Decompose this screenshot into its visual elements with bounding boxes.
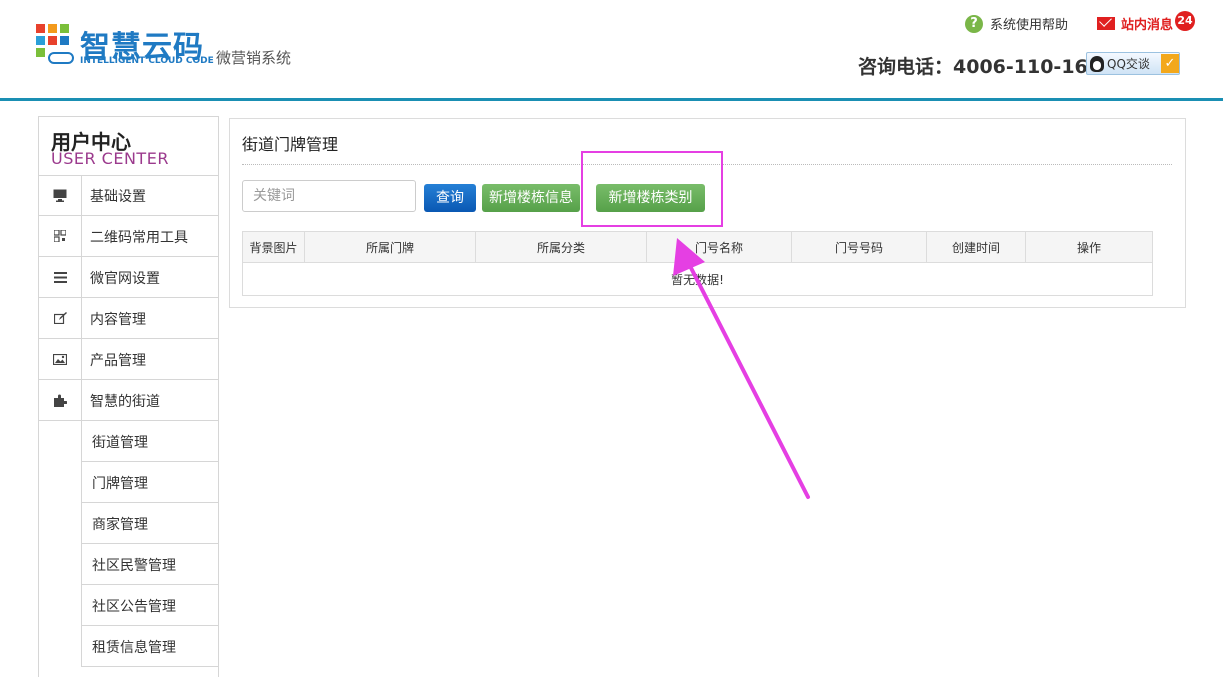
- qrcode-icon: [39, 216, 82, 256]
- sidebar-subitem-label: 门牌管理: [92, 476, 148, 492]
- sidebar-item-basic-settings[interactable]: 基础设置: [39, 175, 218, 216]
- check-icon: ✓: [1161, 54, 1179, 73]
- user-center-header: 用户中心 USER CENTER: [39, 117, 218, 176]
- query-button[interactable]: 查询: [424, 184, 476, 212]
- brand-logo[interactable]: 智慧云码 INTELLIGENT CLOUD CODE: [36, 20, 236, 70]
- column-header[interactable]: 操作: [1025, 231, 1153, 263]
- sidebar-item-label: 微官网设置: [90, 271, 160, 287]
- sidebar-item-content-management[interactable]: 内容管理: [39, 298, 218, 339]
- edit-icon: [39, 298, 82, 338]
- sidebar-item-label: 内容管理: [90, 312, 146, 328]
- help-label: 系统使用帮助: [990, 18, 1069, 33]
- qrcode-logo-icon: [36, 24, 76, 64]
- sidebar-item-label: 二维码常用工具: [90, 230, 188, 246]
- brand-subtitle: INTELLIGENT CLOUD CODE: [80, 56, 214, 66]
- sidebar-subitem-label: 社区公告管理: [92, 599, 176, 615]
- image-icon: [39, 339, 82, 379]
- column-header[interactable]: 门号名称: [646, 231, 792, 263]
- column-header[interactable]: 创建时间: [926, 231, 1026, 263]
- qq-chat-button[interactable]: QQ交谈 ✓: [1086, 52, 1180, 75]
- sidebar-item-label: 产品管理: [90, 353, 146, 369]
- sidebar-item-microsite-settings[interactable]: 微官网设置: [39, 257, 218, 298]
- keyword-search-input[interactable]: [242, 180, 416, 212]
- top-header: 智慧云码 INTELLIGENT CLOUD CODE 微营销系统 ? 系统使用…: [0, 0, 1223, 101]
- table-header-row: 背景图片 所属门牌 所属分类 门号名称 门号号码 创建时间 操作: [242, 231, 1153, 263]
- title-divider: [242, 164, 1172, 165]
- empty-table-message: 暂无数据!: [242, 262, 1153, 296]
- list-icon: [39, 257, 82, 297]
- sidebar-subitem-doorplate-management[interactable]: 门牌管理: [81, 462, 219, 503]
- messages-label: 站内消息: [1121, 18, 1174, 33]
- sidebar-subitem-merchant-management[interactable]: 商家管理: [81, 503, 219, 544]
- main-panel: 街道门牌管理 查询 新增楼栋信息 新增楼栋类别 背景图片 所属门牌 所属分类 门…: [229, 118, 1186, 308]
- sidebar-item-label: 基础设置: [90, 189, 146, 205]
- column-header[interactable]: 所属分类: [475, 231, 647, 263]
- add-building-info-button[interactable]: 新增楼栋信息: [482, 184, 580, 212]
- sidebar-subitem-notice-management[interactable]: 社区公告管理: [81, 585, 219, 626]
- sidebar-subitem-street-management[interactable]: 街道管理: [81, 421, 219, 462]
- column-header[interactable]: 门号号码: [791, 231, 927, 263]
- help-link[interactable]: ? 系统使用帮助: [965, 14, 1068, 33]
- column-header[interactable]: 所属门牌: [304, 231, 476, 263]
- help-icon: ?: [965, 14, 983, 33]
- sidebar-item-qrcode-tools[interactable]: 二维码常用工具: [39, 216, 218, 257]
- message-count-badge: 24: [1175, 11, 1195, 31]
- sidebar-subitem-label: 商家管理: [92, 517, 148, 533]
- puzzle-icon: [39, 380, 82, 420]
- mail-icon: [1097, 17, 1115, 30]
- qq-penguin-icon: [1090, 55, 1104, 72]
- column-header[interactable]: 背景图片: [242, 231, 305, 263]
- sidebar-subitem-label: 租赁信息管理: [92, 640, 176, 656]
- sidebar-item-label: 智慧的街道: [90, 394, 160, 410]
- consult-phone: 咨询电话：4006-110-166: [858, 56, 1101, 78]
- user-center-subtitle: USER CENTER: [51, 149, 169, 168]
- messages-link[interactable]: 站内消息: [1097, 14, 1173, 33]
- sidebar-item-smart-street[interactable]: 智慧的街道: [39, 380, 218, 421]
- sidebar-item-product-management[interactable]: 产品管理: [39, 339, 218, 380]
- add-building-category-button[interactable]: 新增楼栋类别: [596, 184, 705, 212]
- page-title: 街道门牌管理: [242, 135, 339, 154]
- table-row: 暂无数据!: [242, 262, 1153, 296]
- doorplate-table: 背景图片 所属门牌 所属分类 门号名称 门号号码 创建时间 操作 暂无数据!: [242, 231, 1153, 296]
- sidebar: 用户中心 USER CENTER 基础设置 二维码常用工具 微官网设置 内容管理…: [38, 116, 219, 677]
- sidebar-subitem-label: 街道管理: [92, 435, 148, 451]
- qq-chat-label: QQ交谈: [1107, 57, 1150, 71]
- system-name: 微营销系统: [216, 49, 292, 67]
- monitor-icon: [39, 175, 82, 215]
- sidebar-subitem-label: 社区民警管理: [92, 558, 176, 574]
- sidebar-subitem-police-management[interactable]: 社区民警管理: [81, 544, 219, 585]
- sidebar-subitem-rental-management[interactable]: 租赁信息管理: [81, 626, 219, 667]
